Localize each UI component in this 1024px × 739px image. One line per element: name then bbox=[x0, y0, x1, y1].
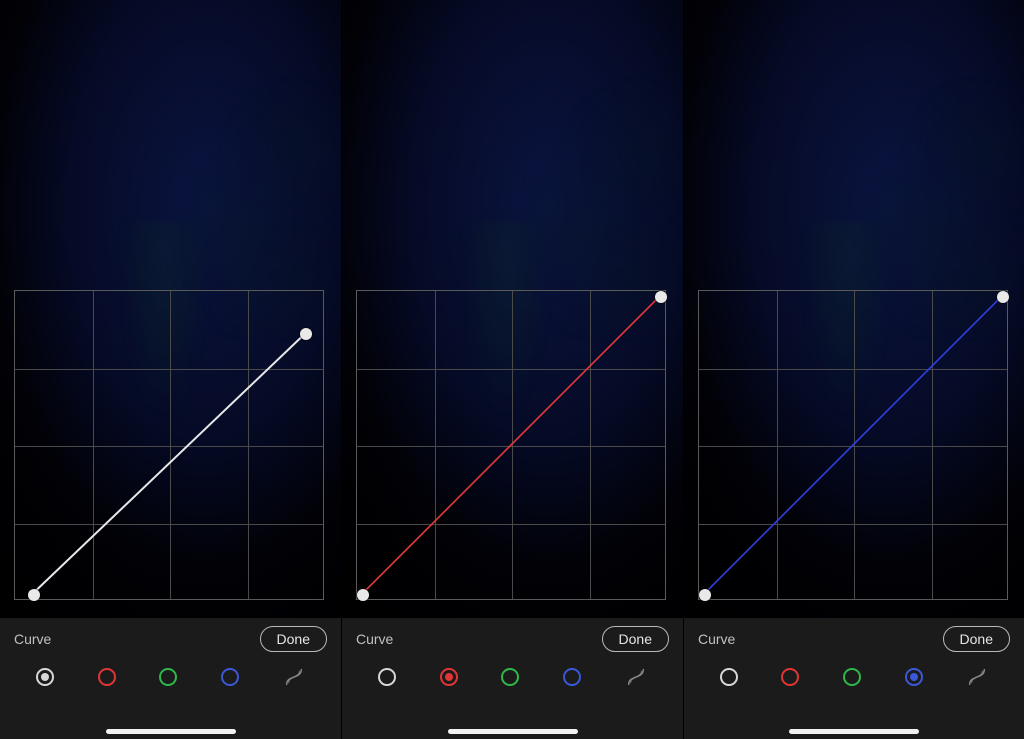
done-button[interactable]: Done bbox=[943, 626, 1010, 652]
curve-grid[interactable] bbox=[698, 290, 1008, 600]
parametric-curve-icon[interactable] bbox=[283, 666, 305, 688]
green-channel[interactable] bbox=[159, 668, 177, 686]
curve-editor-panel: Curve Done bbox=[0, 0, 341, 739]
home-indicator bbox=[789, 729, 919, 734]
red-channel[interactable] bbox=[781, 668, 799, 686]
parametric-curve-icon[interactable] bbox=[625, 666, 647, 688]
white-channel[interactable] bbox=[36, 668, 54, 686]
curve-controls: Curve Done bbox=[342, 618, 683, 739]
done-button[interactable]: Done bbox=[602, 626, 669, 652]
curve-tool-label: Curve bbox=[14, 631, 51, 647]
curve-editor-panel: Curve Done bbox=[683, 0, 1024, 739]
curve-handle-shadow[interactable] bbox=[699, 589, 711, 601]
red-channel[interactable] bbox=[98, 668, 116, 686]
white-channel[interactable] bbox=[378, 668, 396, 686]
red-channel[interactable] bbox=[440, 668, 458, 686]
blue-channel[interactable] bbox=[221, 668, 239, 686]
curve-controls: Curve Done bbox=[684, 618, 1024, 739]
curve-grid[interactable] bbox=[356, 290, 666, 600]
curve-handle-highlight[interactable] bbox=[997, 291, 1009, 303]
green-channel[interactable] bbox=[501, 668, 519, 686]
curve-handle-highlight[interactable] bbox=[300, 328, 312, 340]
home-indicator bbox=[106, 729, 236, 734]
curve-editor-panel: Curve Done bbox=[341, 0, 683, 739]
done-button[interactable]: Done bbox=[260, 626, 327, 652]
green-channel[interactable] bbox=[843, 668, 861, 686]
blue-channel[interactable] bbox=[905, 668, 923, 686]
curve-grid[interactable] bbox=[14, 290, 324, 600]
curve-handle-highlight[interactable] bbox=[655, 291, 667, 303]
curve-tool-label: Curve bbox=[698, 631, 735, 647]
curve-handle-shadow[interactable] bbox=[28, 589, 40, 601]
curve-handle-shadow[interactable] bbox=[357, 589, 369, 601]
home-indicator bbox=[448, 729, 578, 734]
curve-controls: Curve Done bbox=[0, 618, 341, 739]
blue-channel[interactable] bbox=[563, 668, 581, 686]
parametric-curve-icon[interactable] bbox=[966, 666, 988, 688]
curve-tool-label: Curve bbox=[356, 631, 393, 647]
white-channel[interactable] bbox=[720, 668, 738, 686]
